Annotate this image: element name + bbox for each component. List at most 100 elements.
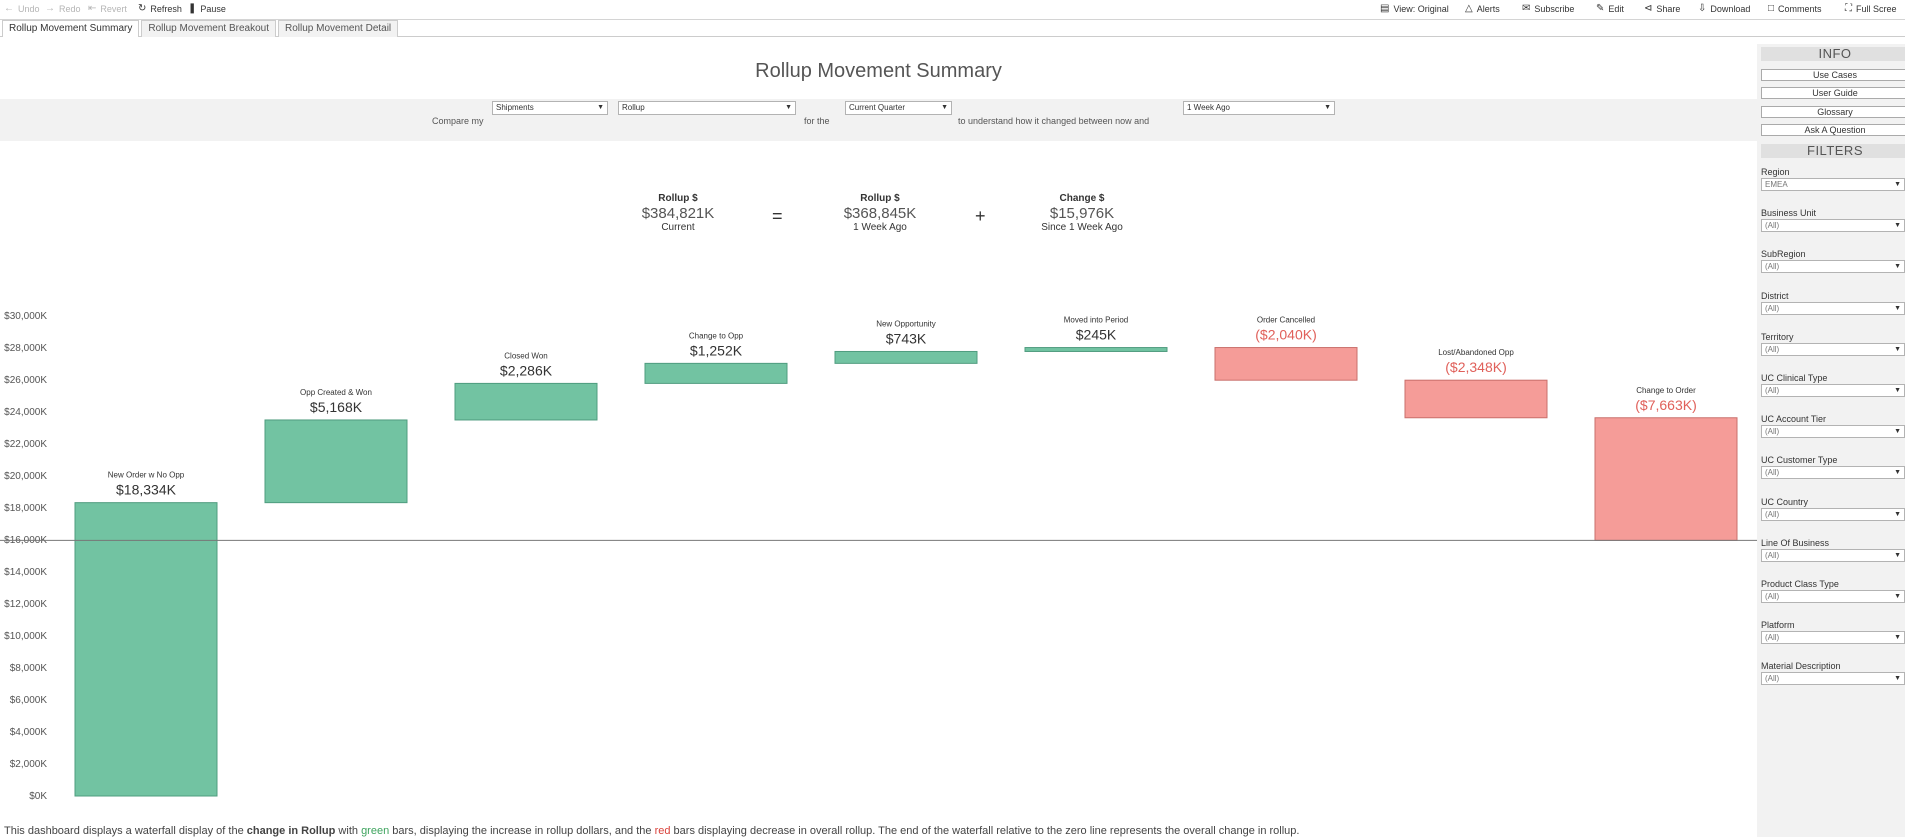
bar-value-label: ($7,663K) xyxy=(1635,397,1696,413)
kpi-current: Rollup $ $384,821K Current xyxy=(608,193,748,233)
waterfall-bar xyxy=(834,350,978,364)
bar-category-label: Lost/Abandoned Opp xyxy=(1438,348,1514,357)
comments-button[interactable]: □ Comments xyxy=(1768,3,1822,15)
filter-label: Line Of Business xyxy=(1761,537,1830,548)
metric-dropdown[interactable]: Rollup ▼ xyxy=(618,101,796,115)
undo-button[interactable]: ← Undo xyxy=(4,4,40,15)
y-tick-label: $8,000K xyxy=(10,663,48,674)
envelope-icon: ✉ xyxy=(1522,3,1531,14)
filter-label: UC Customer Type xyxy=(1761,455,1838,466)
kpi-title: Rollup $ xyxy=(860,193,900,204)
period-dropdown[interactable]: Current Quarter ▼ xyxy=(845,101,952,115)
chevron-down-icon: ▼ xyxy=(1894,345,1901,353)
filter-dropdown[interactable]: EMEA ▼ xyxy=(1761,178,1905,191)
alerts-button[interactable]: △ Alerts xyxy=(1465,3,1500,15)
kpi-value: $368,845K xyxy=(843,205,917,222)
bar-category-label: Opp Created & Won xyxy=(300,388,372,397)
filter-dropdown[interactable]: (All) ▼ xyxy=(1761,590,1905,603)
filter-dropdown[interactable]: (All) ▼ xyxy=(1761,466,1905,480)
measure-dropdown[interactable]: Shipments ▼ xyxy=(492,101,608,115)
tab-rollup-movement-breakout[interactable]: Rollup Movement Breakout xyxy=(141,20,276,37)
chevron-down-icon: ▼ xyxy=(785,104,792,111)
glossary-button[interactable]: Glossary xyxy=(1761,106,1905,118)
ask-a-question-button[interactable]: Ask A Question xyxy=(1761,124,1905,136)
waterfall-bar xyxy=(1594,417,1738,541)
pause-button[interactable]: ❚ Pause xyxy=(188,4,226,15)
bar-category-label: New Order w No Opp xyxy=(108,471,185,480)
waterfall-bar xyxy=(454,382,598,421)
full-screen-button[interactable]: ⛶ Full Scree xyxy=(1845,4,1897,15)
filter-value: (All) xyxy=(1765,386,1780,395)
chevron-down-icon: ▼ xyxy=(1894,263,1901,271)
filter-value: (All) xyxy=(1765,592,1780,601)
bar-value-label: $5,168K xyxy=(310,399,363,415)
revert-button[interactable]: ⇤ Revert xyxy=(88,4,127,15)
bar-value-label: ($2,040K) xyxy=(1255,327,1316,343)
filter-dropdown[interactable]: (All) ▼ xyxy=(1761,342,1905,356)
chevron-down-icon: ▼ xyxy=(941,104,948,111)
comment-icon: □ xyxy=(1768,3,1775,14)
edit-button[interactable]: ✎ Edit xyxy=(1596,3,1624,15)
filter-dropdown[interactable]: (All) ▼ xyxy=(1761,384,1905,397)
filter-dropdown[interactable]: (All) ▼ xyxy=(1761,548,1905,562)
waterfall-bar xyxy=(264,419,408,504)
chevron-down-icon: ▼ xyxy=(1894,510,1901,518)
user-guide-button[interactable]: User Guide xyxy=(1761,87,1905,99)
kpi-one-week-ago: Rollup $ $368,845K 1 Week Ago xyxy=(810,193,950,233)
filter-dropdown[interactable]: (All) ▼ xyxy=(1761,672,1905,686)
filter-dropdown[interactable]: (All) ▼ xyxy=(1761,507,1905,521)
kpi-value: $15,976K xyxy=(1049,205,1115,222)
side-panel: INFO Use Cases User Guide Glossary Ask A… xyxy=(1757,44,1905,837)
chevron-down-icon: ▼ xyxy=(1894,428,1901,436)
bell-icon: △ xyxy=(1465,3,1473,14)
filter-label: UC Account Tier xyxy=(1761,414,1827,425)
pencil-icon: ✎ xyxy=(1596,3,1605,14)
equals-sign: = xyxy=(772,206,783,226)
bar-value-label: $2,286K xyxy=(500,362,553,378)
bar-value-label: $1,252K xyxy=(690,342,743,358)
chevron-down-icon: ▼ xyxy=(1894,593,1901,600)
chevron-down-icon: ▼ xyxy=(1894,181,1901,188)
filter-label: UC Country xyxy=(1761,496,1809,507)
filter-label: Material Description xyxy=(1761,661,1841,672)
refresh-button[interactable]: ↻ Refresh xyxy=(138,4,182,15)
filter-value: (All) xyxy=(1765,221,1780,231)
for-the-text: for the xyxy=(804,116,830,126)
bar-category-label: New Opportunity xyxy=(876,319,936,328)
bar-category-label: Order Cancelled xyxy=(1257,316,1315,325)
y-tick-label: $26,000K xyxy=(4,375,47,386)
redo-button[interactable]: → Redo xyxy=(45,3,81,15)
kpi-value: $384,821K xyxy=(641,205,715,222)
bar-value-label: $245K xyxy=(1076,327,1117,343)
share-button[interactable]: ⊲ Share xyxy=(1644,4,1680,15)
filter-value: (All) xyxy=(1765,674,1780,684)
filter-dropdown[interactable]: (All) ▼ xyxy=(1761,260,1905,274)
waterfall-bar xyxy=(1404,379,1548,419)
y-tick-label: $10,000K xyxy=(4,631,47,642)
waterfall-bar xyxy=(74,502,218,797)
filter-value: (All) xyxy=(1765,468,1780,478)
tab-rollup-movement-detail[interactable]: Rollup Movement Detail xyxy=(278,20,399,37)
y-tick-label: $20,000K xyxy=(4,471,47,482)
download-button[interactable]: ⇩ Download xyxy=(1698,4,1750,15)
chevron-down-icon: ▼ xyxy=(1894,469,1901,477)
plus-sign: + xyxy=(975,206,986,226)
filter-label: Platform xyxy=(1761,620,1795,631)
redo-icon: → xyxy=(45,3,55,14)
subscribe-button[interactable]: ✉ Subscribe xyxy=(1522,3,1574,15)
view-original-button[interactable]: ▤ View: Original xyxy=(1380,4,1449,15)
y-tick-label: $22,000K xyxy=(4,439,47,450)
y-tick-label: $2,000K xyxy=(10,759,48,770)
filter-dropdown[interactable]: (All) ▼ xyxy=(1761,301,1905,315)
chevron-down-icon: ▼ xyxy=(1894,304,1901,312)
baseline-dropdown[interactable]: 1 Week Ago ▼ xyxy=(1183,101,1335,115)
bar-category-label: Change to Opp xyxy=(689,331,744,340)
use-cases-button[interactable]: Use Cases xyxy=(1761,69,1905,81)
filter-dropdown[interactable]: (All) ▼ xyxy=(1761,219,1905,233)
filter-label: District xyxy=(1761,290,1789,301)
filter-dropdown[interactable]: (All) ▼ xyxy=(1761,425,1905,439)
tab-rollup-movement-summary[interactable]: Rollup Movement Summary xyxy=(2,20,140,37)
y-tick-label: $4,000K xyxy=(10,727,48,738)
y-tick-label: $6,000K xyxy=(10,695,48,706)
filter-dropdown[interactable]: (All) ▼ xyxy=(1761,631,1905,645)
